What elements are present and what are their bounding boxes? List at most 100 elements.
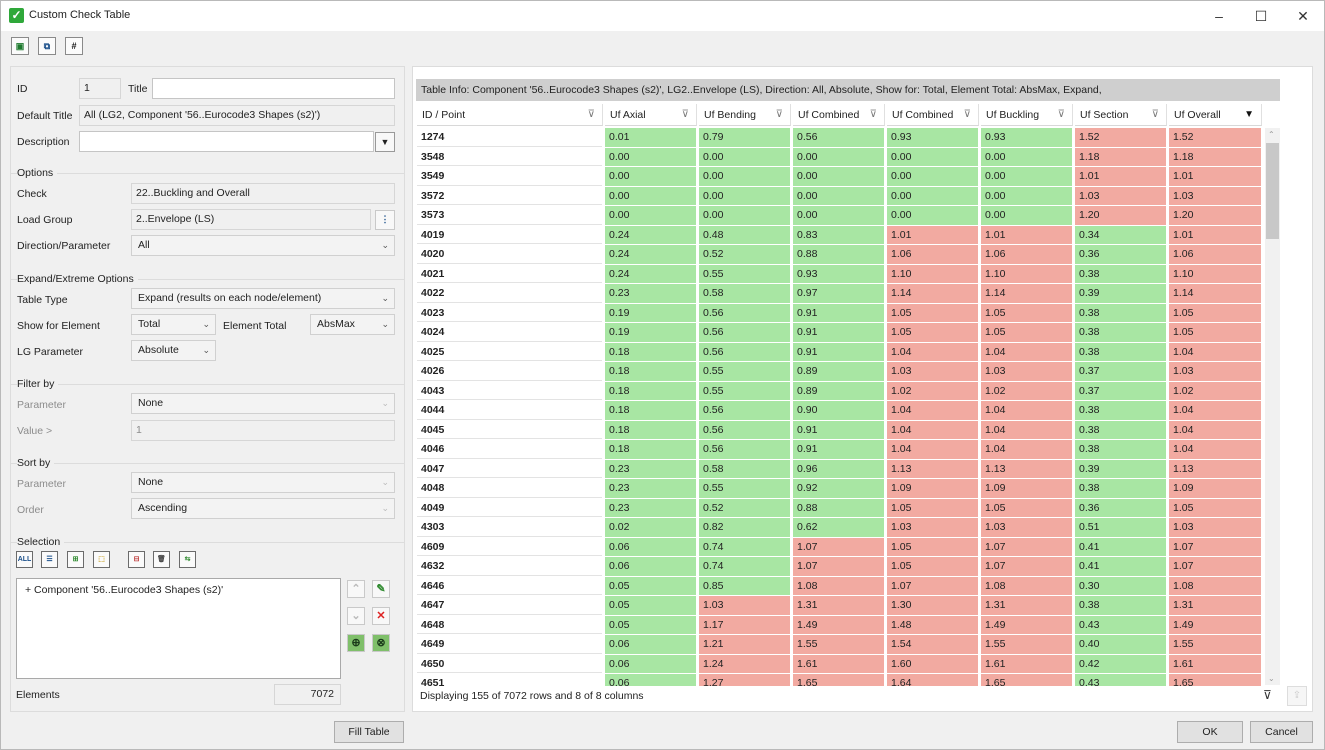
- elements-label: Elements: [16, 689, 60, 701]
- value-cell: 1.14: [981, 284, 1072, 303]
- value-cell: 0.06: [605, 635, 696, 654]
- value-cell: 0.97: [793, 284, 884, 303]
- value-cell: 1.27: [699, 674, 790, 686]
- table-row[interactable]: 4022 0.23 0.58 0.97 1.14 1.14 0.39 1.14: [417, 284, 1264, 304]
- value-cell: 0.39: [1075, 459, 1166, 478]
- value-cell: 1.61: [981, 654, 1072, 673]
- value-cell: 1.07: [887, 576, 978, 595]
- table-row[interactable]: 4646 0.05 0.85 1.08 1.07 1.08 0.30 1.08: [417, 576, 1264, 597]
- value-cell: 0.00: [887, 147, 978, 166]
- value-cell: 0.89: [793, 381, 884, 400]
- value-cell: 0.55: [699, 479, 790, 498]
- value-cell: 1.04: [887, 440, 978, 459]
- value-cell: 1.08: [793, 576, 884, 595]
- value-cell: 1.18: [1075, 147, 1166, 166]
- value-cell: 0.06: [605, 537, 696, 556]
- table-row[interactable]: 4047 0.23 0.58 0.96 1.13 1.13 0.39 1.13: [417, 459, 1264, 480]
- value-cell: 1.06: [981, 245, 1072, 264]
- table-row[interactable]: 4043 0.18 0.55 0.89 1.02 1.02 0.37 1.02: [417, 381, 1264, 402]
- table-row[interactable]: 1274 0.01 0.79 0.56 0.93 0.93 1.52 1.52: [417, 128, 1264, 148]
- value-cell: 1.03: [981, 518, 1072, 537]
- value-cell: 1.01: [1075, 167, 1166, 186]
- value-cell: 1.06: [887, 245, 978, 264]
- value-cell: 1.05: [1169, 303, 1261, 322]
- elements-count: 7072: [274, 684, 341, 705]
- value-cell: 1.04: [1169, 420, 1261, 439]
- table-row[interactable]: 3549 0.00 0.00 0.00 0.00 0.00 1.01 1.01: [417, 167, 1264, 187]
- value-cell: 1.03: [981, 362, 1072, 381]
- table-row[interactable]: 4026 0.18 0.55 0.89 1.03 1.03 0.37 1.03: [417, 362, 1264, 382]
- table-row[interactable]: 4020 0.24 0.52 0.88 1.06 1.06 0.36 1.06: [417, 245, 1264, 265]
- value-cell: 1.05: [981, 303, 1072, 322]
- value-cell: 1.31: [1169, 596, 1261, 615]
- value-cell: 1.55: [793, 635, 884, 654]
- value-cell: 1.07: [793, 557, 884, 576]
- value-cell: 0.00: [793, 167, 884, 186]
- value-cell: 1.09: [1169, 479, 1261, 498]
- value-cell: 0.55: [699, 264, 790, 283]
- table-row[interactable]: 3548 0.00 0.00 0.00 0.00 0.00 1.18 1.18: [417, 147, 1264, 168]
- export-rows-icon[interactable]: ⇪: [1287, 686, 1307, 706]
- value-cell: 0.40: [1075, 635, 1166, 654]
- value-cell: 0.23: [605, 459, 696, 478]
- value-cell: 0.55: [699, 362, 790, 381]
- table-row[interactable]: 4647 0.05 1.03 1.31 1.30 1.31 0.38 1.31: [417, 596, 1264, 616]
- table-row[interactable]: 4048 0.23 0.55 0.92 1.09 1.09 0.38 1.09: [417, 479, 1264, 499]
- table-row[interactable]: 4025 0.18 0.56 0.91 1.04 1.04 0.38 1.04: [417, 342, 1264, 363]
- value-cell: 1.01: [981, 225, 1072, 244]
- value-cell: 1.05: [981, 323, 1072, 342]
- value-cell: 0.23: [605, 284, 696, 303]
- value-cell: 0.88: [793, 245, 884, 264]
- value-cell: 1.07: [1169, 557, 1261, 576]
- clear-filter-icon[interactable]: ⊽: [1263, 688, 1272, 702]
- value-cell: 1.05: [887, 498, 978, 517]
- table-row[interactable]: 4046 0.18 0.56 0.91 1.04 1.04 0.38 1.04: [417, 440, 1264, 460]
- value-cell: 1.07: [981, 537, 1072, 556]
- table-row[interactable]: 4650 0.06 1.24 1.61 1.60 1.61 0.42 1.61: [417, 654, 1264, 675]
- value-cell: 1.10: [887, 264, 978, 283]
- value-cell: 0.83: [793, 225, 884, 244]
- fill-table-button[interactable]: Fill Table: [334, 721, 404, 743]
- value-cell: 0.89: [793, 362, 884, 381]
- table-row[interactable]: 4023 0.19 0.56 0.91 1.05 1.05 0.38 1.05: [417, 303, 1264, 324]
- row-id-cell: 3549: [417, 167, 602, 186]
- row-id-cell: 4647: [417, 596, 602, 615]
- value-cell: 0.82: [699, 518, 790, 537]
- table-row[interactable]: 4024 0.19 0.56 0.91 1.05 1.05 0.38 1.05: [417, 323, 1264, 343]
- table-row[interactable]: 4649 0.06 1.21 1.55 1.54 1.55 0.40 1.55: [417, 635, 1264, 655]
- table-row[interactable]: 4651 0.06 1.27 1.65 1.64 1.65 0.43 1.65: [417, 674, 1264, 686]
- table-row[interactable]: 4044 0.18 0.56 0.90 1.04 1.04 0.38 1.04: [417, 401, 1264, 421]
- scrollbar-thumb[interactable]: [1266, 143, 1279, 239]
- table-row[interactable]: 4648 0.05 1.17 1.49 1.48 1.49 0.43 1.49: [417, 615, 1264, 636]
- value-cell: 0.38: [1075, 264, 1166, 283]
- cancel-button[interactable]: Cancel: [1250, 721, 1313, 743]
- value-cell: 0.00: [605, 147, 696, 166]
- value-cell: 1.04: [981, 440, 1072, 459]
- value-cell: 0.36: [1075, 498, 1166, 517]
- table-row[interactable]: 4609 0.06 0.74 1.07 1.05 1.07 0.41 1.07: [417, 537, 1264, 558]
- table-row[interactable]: 4021 0.24 0.55 0.93 1.10 1.10 0.38 1.10: [417, 264, 1264, 285]
- value-cell: 1.24: [699, 654, 790, 673]
- table-row[interactable]: 4303 0.02 0.82 0.62 1.03 1.03 0.51 1.03: [417, 518, 1264, 538]
- value-cell: 1.01: [1169, 167, 1261, 186]
- value-cell: 0.56: [793, 128, 884, 147]
- value-cell: 1.31: [793, 596, 884, 615]
- value-cell: 0.18: [605, 420, 696, 439]
- row-id-cell: 4646: [417, 576, 602, 595]
- value-cell: 1.04: [1169, 401, 1261, 420]
- value-cell: 1.55: [1169, 635, 1261, 654]
- table-row[interactable]: 4045 0.18 0.56 0.91 1.04 1.04 0.38 1.04: [417, 420, 1264, 441]
- table-row[interactable]: 4019 0.24 0.48 0.83 1.01 1.01 0.34 1.01: [417, 225, 1264, 246]
- value-cell: 1.04: [1169, 440, 1261, 459]
- table-row[interactable]: 3572 0.00 0.00 0.00 0.00 0.00 1.03 1.03: [417, 186, 1264, 207]
- row-id-cell: 4046: [417, 440, 602, 459]
- table-row[interactable]: 4632 0.06 0.74 1.07 1.05 1.07 0.41 1.07: [417, 557, 1264, 577]
- ok-button[interactable]: OK: [1177, 721, 1243, 743]
- value-cell: 1.09: [887, 479, 978, 498]
- value-cell: 0.93: [887, 128, 978, 147]
- table-row[interactable]: 3573 0.00 0.00 0.00 0.00 0.00 1.20 1.20: [417, 206, 1264, 226]
- scroll-up-icon[interactable]: ⌃: [1268, 130, 1275, 139]
- table-row[interactable]: 4049 0.23 0.52 0.88 1.05 1.05 0.36 1.05: [417, 498, 1264, 519]
- scroll-down-icon[interactable]: ⌄: [1268, 674, 1275, 683]
- value-cell: 0.55: [699, 381, 790, 400]
